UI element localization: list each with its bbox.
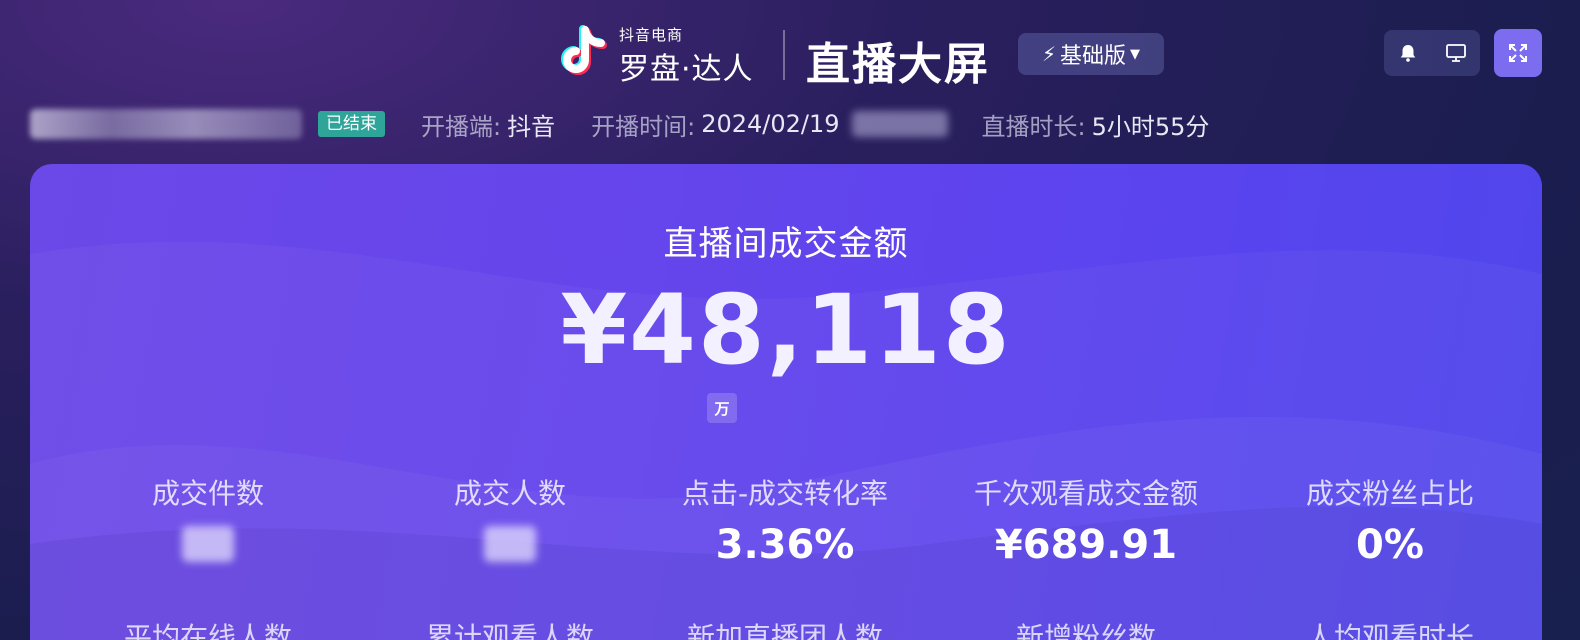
session-info-row: 已结束 开播端: 抖音 开播时间: 2024/02/19 直播时长: 5小时55… <box>30 104 1209 144</box>
metric-value: 0% <box>1356 522 1424 568</box>
start-time-label: 开播时间: <box>591 112 696 141</box>
metric-items-sold: 成交件数 <box>58 472 358 570</box>
expand-icon <box>1509 44 1527 62</box>
metric-fan-ratio: 成交粉丝占比 0% <box>1240 472 1540 570</box>
start-time-value: 2024/02/19 <box>701 110 840 138</box>
edition-dropdown[interactable]: ⚡ 基础版 ▼ <box>1018 33 1164 75</box>
status-badge: 已结束 <box>318 111 385 137</box>
metric-value-redacted <box>360 522 660 570</box>
tiktok-note-icon <box>561 25 607 75</box>
header-divider <box>783 30 785 80</box>
metric-buyers: 成交人数 <box>360 472 660 570</box>
platform-label: 开播端: <box>421 112 502 141</box>
display-mode-button[interactable] <box>1438 35 1474 71</box>
metric-label: 千次观看成交金额 <box>973 477 1198 510</box>
metric-avg-online: 平均在线人数 <box>58 616 358 640</box>
monitor-icon <box>1446 44 1466 62</box>
duration-value: 5小时55分 <box>1091 112 1210 141</box>
duration-label: 直播时长: <box>981 112 1086 141</box>
page-title: 直播大屏 <box>806 39 990 90</box>
edition-label: 基础版 <box>1060 44 1127 69</box>
metric-label: 人均观看时长 <box>1305 621 1474 640</box>
metric-label: 平均在线人数 <box>123 621 292 640</box>
metric-click-conversion: 点击-成交转化率 3.36% <box>635 472 935 570</box>
metric-value: ¥689.91 <box>994 522 1178 568</box>
unit-toggle-button[interactable]: 万 <box>707 393 737 423</box>
metric-value: 3.36% <box>715 522 855 568</box>
top-bar: 抖音电商 罗盘·达人 直播大屏 ⚡ 基础版 ▼ <box>0 0 1580 110</box>
metric-value-redacted <box>58 522 358 570</box>
metric-label: 新加直播团人数 <box>686 621 883 640</box>
gmv-value: ¥48,118 <box>560 274 1012 386</box>
compass-logo[interactable]: 抖音电商 罗盘·达人 <box>555 22 765 87</box>
logo-main-label: 罗盘·达人 <box>619 52 754 87</box>
metric-label: 点击-成交转化率 <box>681 477 889 510</box>
gmv-panel: 直播间成交金额 ¥48,118 万 成交件数 成交人数 点击-成交转化率 3.3… <box>30 164 1542 640</box>
gmv-label: 直播间成交金额 <box>663 224 909 264</box>
fullscreen-button[interactable] <box>1494 29 1542 77</box>
metric-total-viewers: 累计观看人数 <box>360 616 660 640</box>
metric-gpm: 千次观看成交金额 ¥689.91 <box>936 472 1236 570</box>
metric-label: 成交人数 <box>453 477 566 510</box>
logo-sub-label: 抖音电商 <box>619 26 684 44</box>
metric-avg-watch-time: 人均观看时长 <box>1240 616 1540 640</box>
metric-label: 累计观看人数 <box>425 621 594 640</box>
caret-down-icon: ▼ <box>1130 46 1141 62</box>
start-time-redacted <box>851 111 948 137</box>
anchor-name-redacted <box>30 109 302 139</box>
metric-label: 成交件数 <box>151 477 264 510</box>
notification-button[interactable] <box>1390 35 1426 71</box>
metric-new-fan-club: 新加直播团人数 <box>635 616 935 640</box>
metric-new-followers: 新增粉丝数 <box>936 616 1236 640</box>
header-tools <box>1384 30 1480 76</box>
bolt-icon: ⚡ <box>1041 42 1057 66</box>
metric-label: 新增粉丝数 <box>1015 621 1156 640</box>
metric-label: 成交粉丝占比 <box>1305 477 1474 510</box>
bell-icon <box>1400 45 1416 62</box>
platform-value: 抖音 <box>507 112 556 141</box>
